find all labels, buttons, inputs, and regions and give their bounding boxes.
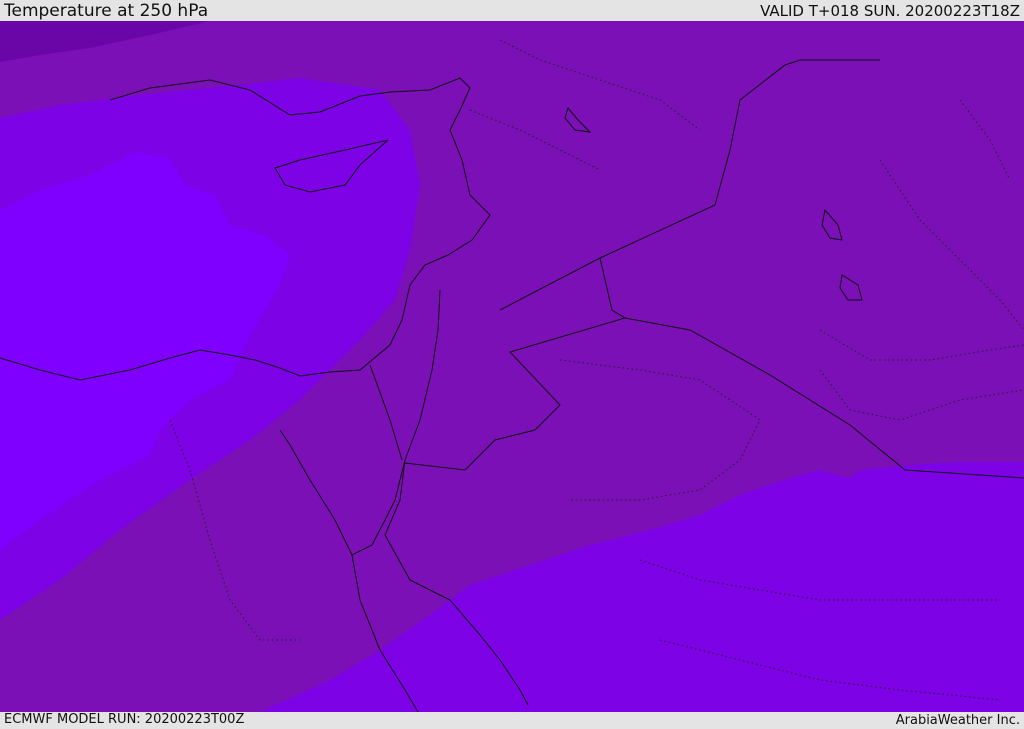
header-bar: Temperature at 250 hPa VALID T+018 SUN. … — [0, 0, 1024, 21]
map-title: Temperature at 250 hPa — [4, 1, 209, 21]
credit-label: ArabiaWeather Inc. — [895, 713, 1020, 728]
model-run-label: ECMWF MODEL RUN: 20200223T00Z — [4, 712, 245, 727]
footer-bar: ECMWF MODEL RUN: 20200223T00Z ArabiaWeat… — [0, 712, 1024, 729]
valid-time: VALID T+018 SUN. 20200223T18Z — [760, 2, 1020, 20]
weather-map — [0, 21, 1024, 712]
